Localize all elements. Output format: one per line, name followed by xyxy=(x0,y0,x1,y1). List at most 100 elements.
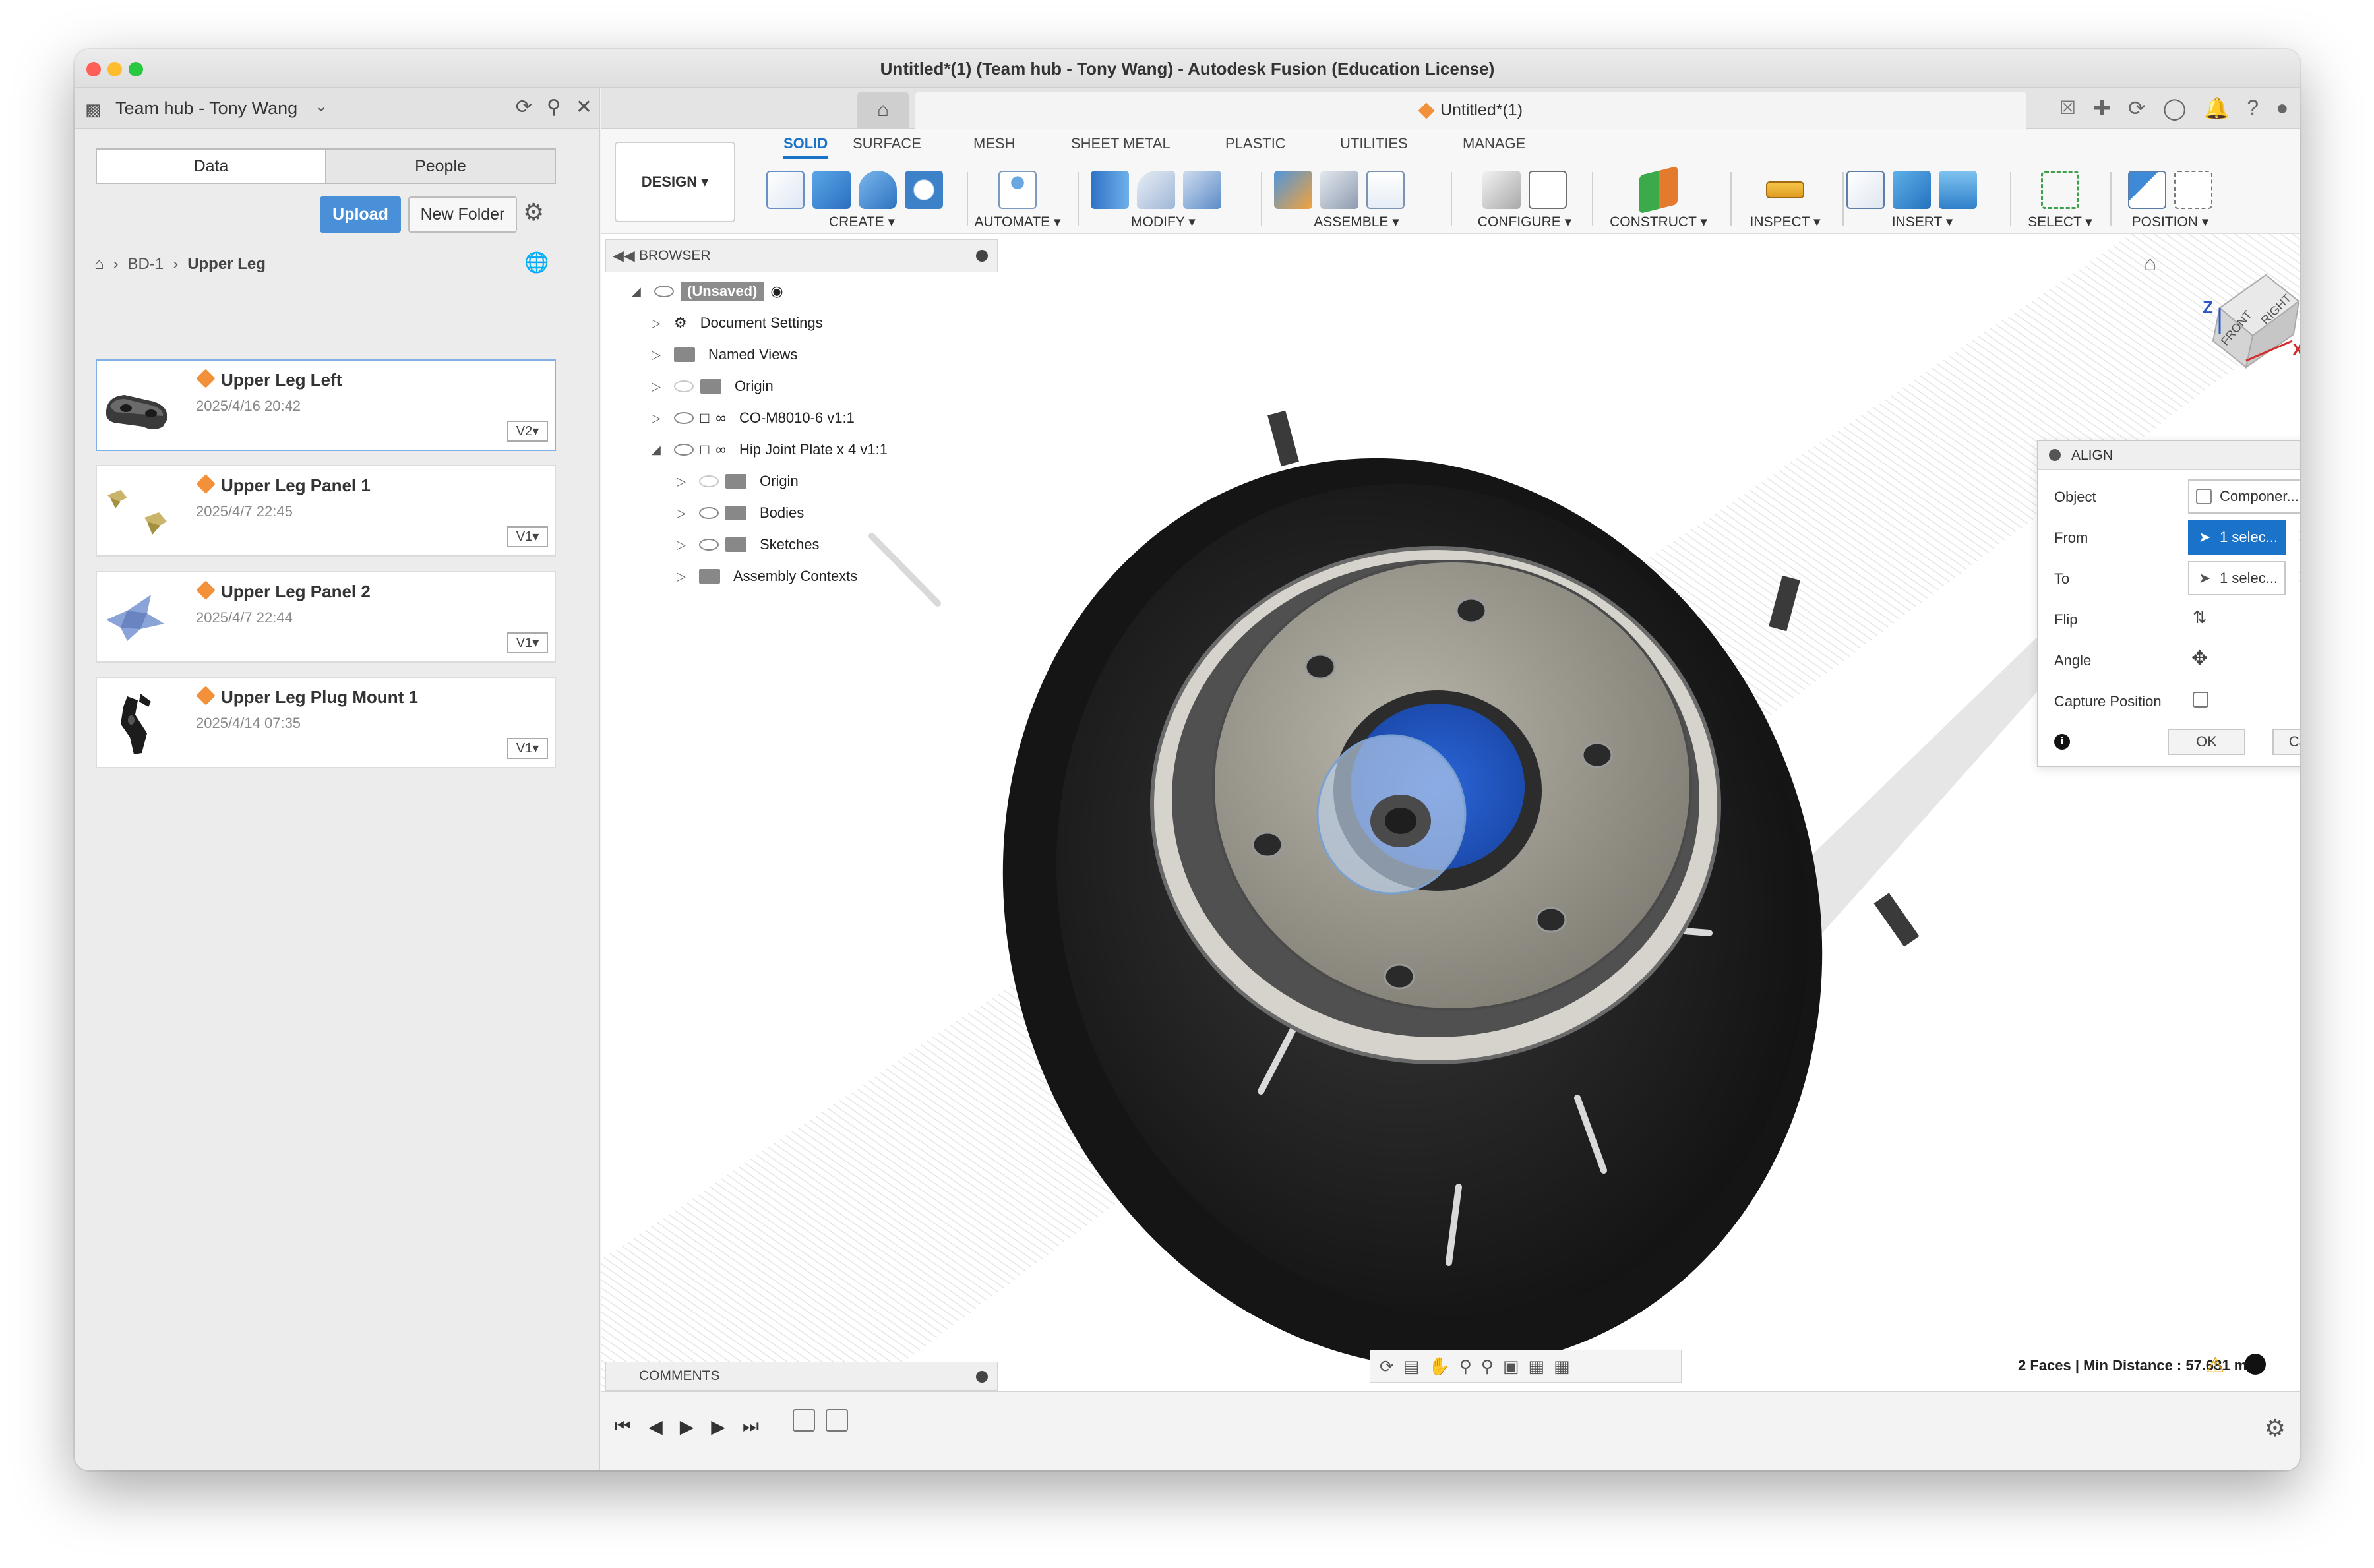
zoom-icon[interactable]: ⚲ xyxy=(1459,1356,1472,1377)
extensions-icon[interactable]: ⟳ xyxy=(2128,96,2146,121)
tab-people[interactable]: People xyxy=(326,150,555,183)
document-tab[interactable]: Untitled*(1) xyxy=(915,92,2026,129)
file-card[interactable]: Upper Leg Left 2025/4/16 20:42 V2▾ xyxy=(96,359,556,451)
new-tab-icon[interactable]: ✚ xyxy=(2093,96,2111,121)
table-icon[interactable] xyxy=(1366,171,1405,209)
visibility-eye-icon[interactable] xyxy=(674,380,694,392)
tree-node-named-views[interactable]: ▷ Named Views xyxy=(652,341,805,369)
play-icon[interactable]: ▶ xyxy=(680,1416,694,1437)
tab-surface[interactable]: SURFACE xyxy=(853,135,921,152)
avatar[interactable]: ● xyxy=(2276,96,2288,121)
version-badge[interactable]: V2▾ xyxy=(507,421,548,442)
warning-icon[interactable]: ⚠ xyxy=(2206,1352,2225,1377)
step-forward-icon[interactable]: ▶ xyxy=(711,1416,725,1437)
upload-button[interactable]: Upload xyxy=(320,196,401,233)
workspace-switcher-button[interactable]: DESIGN ▾ xyxy=(615,142,735,222)
assemble-group[interactable]: ASSEMBLE ▾ xyxy=(1274,168,1439,230)
visibility-eye-icon[interactable] xyxy=(699,507,719,519)
object-dropdown[interactable]: Componer... ▾ xyxy=(2188,479,2300,514)
collapse-dialog-icon[interactable] xyxy=(2049,449,2061,461)
offset-plane-icon[interactable] xyxy=(1639,166,1678,214)
hole-icon[interactable] xyxy=(905,171,943,209)
close-icon[interactable]: ✕ xyxy=(576,96,592,119)
create-group[interactable]: CREATE ▾ xyxy=(766,168,958,230)
tree-node-assembly-contexts[interactable]: ▷ Assembly Contexts xyxy=(677,562,865,590)
look-at-icon[interactable]: ▤ xyxy=(1403,1356,1420,1377)
config-table-icon[interactable] xyxy=(1529,171,1567,209)
notification-bell-icon[interactable]: 🔔 xyxy=(2203,96,2230,121)
close-window-button[interactable] xyxy=(86,62,101,76)
visibility-eye-icon[interactable] xyxy=(699,475,719,487)
select-icon[interactable] xyxy=(2041,171,2079,209)
step-back-icon[interactable]: ◀ xyxy=(648,1416,663,1437)
info-icon[interactable]: i xyxy=(2054,734,2070,750)
visibility-eye-icon[interactable] xyxy=(674,444,694,456)
tab-sheet-metal[interactable]: SHEET METAL xyxy=(1071,135,1171,152)
canvas-image-icon[interactable] xyxy=(1939,171,1977,209)
expand-icon[interactable]: ▷ xyxy=(652,348,667,362)
pan-icon[interactable]: ✋ xyxy=(1428,1356,1449,1377)
insert-group[interactable]: INSERT ▾ xyxy=(1846,168,1998,230)
from-selection-field[interactable]: ➤ 1 selec... xyxy=(2188,520,2286,555)
version-badge[interactable]: V1▾ xyxy=(507,632,548,653)
position-group[interactable]: POSITION ▾ xyxy=(2114,168,2226,230)
automate-group[interactable]: AUTOMATE ▾ xyxy=(968,168,1067,230)
tab-plastic[interactable]: PLASTIC xyxy=(1225,135,1286,152)
capture-position-icon[interactable] xyxy=(2128,171,2166,209)
help-icon[interactable]: ? xyxy=(2247,96,2259,121)
insert-derive-icon[interactable] xyxy=(1846,171,1885,209)
timeline-feature-icon[interactable] xyxy=(826,1409,848,1432)
hub-selector[interactable]: Team hub - Tony Wang xyxy=(115,98,297,119)
configure-icon[interactable] xyxy=(1482,171,1521,209)
new-folder-button[interactable]: New Folder xyxy=(408,196,517,233)
home-icon[interactable]: ⌂ xyxy=(94,255,104,274)
gear-icon[interactable]: ⚙ xyxy=(2265,1414,2286,1442)
expand-icon[interactable]: ◢ xyxy=(632,285,648,299)
expand-icon[interactable]: ▷ xyxy=(652,411,667,425)
angle-icon[interactable]: ✥ xyxy=(2191,647,2208,670)
flip-icon[interactable]: ⇅ xyxy=(2193,607,2207,628)
collapse-icon[interactable]: ◢ xyxy=(652,443,667,457)
insert-mcmaster-icon[interactable] xyxy=(1893,171,1931,209)
expand-icon[interactable]: ▷ xyxy=(652,380,667,394)
tree-node-hip-joint-plate[interactable]: ◢ □ ∞ Hip Joint Plate x 4 v1:1 xyxy=(652,436,894,464)
pin-icon[interactable] xyxy=(976,250,988,262)
pin-icon[interactable] xyxy=(976,1371,988,1383)
timeline-feature-icon[interactable] xyxy=(793,1409,815,1432)
tree-node-origin[interactable]: ▷ Origin xyxy=(652,373,780,400)
expand-icon[interactable]: ▷ xyxy=(677,570,692,584)
go-to-end-icon[interactable]: ⏭ xyxy=(743,1416,759,1437)
tab-data[interactable]: Data xyxy=(97,150,326,183)
new-component-icon[interactable] xyxy=(1274,171,1312,209)
file-card[interactable]: Upper Leg Panel 2 2025/4/7 22:44 V1▾ xyxy=(96,571,556,663)
press-pull-icon[interactable] xyxy=(1091,171,1129,209)
tab-mesh[interactable]: MESH xyxy=(973,135,1016,152)
expand-icon[interactable]: ▷ xyxy=(677,475,692,489)
revolve-icon[interactable] xyxy=(859,171,897,209)
clear-from-icon[interactable]: ✕ xyxy=(2298,526,2300,547)
shell-icon[interactable] xyxy=(1183,171,1221,209)
refresh-icon[interactable]: ⟳ xyxy=(516,96,532,119)
collapse-browser-icon[interactable]: ◀◀ xyxy=(613,240,635,272)
inspect-group[interactable]: INSPECT ▾ xyxy=(1736,168,1835,230)
fillet-icon[interactable] xyxy=(1137,171,1175,209)
measure-icon[interactable] xyxy=(1766,181,1804,198)
tab-manage[interactable]: MANAGE xyxy=(1463,135,1525,152)
measure-status-icon[interactable] xyxy=(2245,1354,2266,1375)
expand-icon[interactable]: ▷ xyxy=(677,538,692,552)
breadcrumb-item-bd1[interactable]: BD-1 xyxy=(128,255,164,274)
expand-icon[interactable]: ▷ xyxy=(677,506,692,520)
visibility-eye-icon[interactable] xyxy=(699,539,719,551)
cancel-button[interactable]: Cancel xyxy=(2272,729,2300,755)
joint-icon[interactable] xyxy=(1320,171,1358,209)
select-group[interactable]: SELECT ▾ xyxy=(2014,168,2106,230)
orbit-icon[interactable]: ⟳ xyxy=(1380,1356,1394,1377)
radio-active-icon[interactable]: ◉ xyxy=(770,283,783,300)
comments-panel[interactable]: COMMENTS xyxy=(605,1362,998,1391)
tree-node-co-m8010[interactable]: ▷ □ ∞ CO-M8010-6 v1:1 xyxy=(652,404,861,432)
ok-button[interactable]: OK xyxy=(2168,729,2245,755)
revert-position-icon[interactable] xyxy=(2174,171,2212,209)
tree-node-sub-origin[interactable]: ▷ Origin xyxy=(677,467,805,495)
tree-node-root[interactable]: ◢ (Unsaved) ◉ xyxy=(632,278,783,305)
extrude-icon[interactable] xyxy=(812,171,851,209)
